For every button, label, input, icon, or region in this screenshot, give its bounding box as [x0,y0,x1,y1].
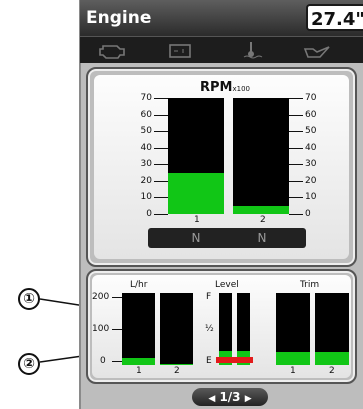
rpm-tick-right-20: 20 [305,175,317,186]
page-navigator[interactable]: ◀ 1/3 ▶ [192,388,268,406]
rpm-tick-right-0: 0 [305,209,311,219]
fuel-fill-engine-2 [160,363,193,365]
fuel-engine-2-label: 2 [174,366,180,376]
rpm-tick-right-60: 60 [305,109,317,120]
rpm-engine-1-label: 1 [194,215,200,225]
fuel-bar-engine-1 [122,293,155,365]
fuel-tick-100: 100 [92,324,110,334]
level-tick-full: F [206,292,212,302]
rpm-tick-left-50: 50 [140,126,152,137]
rpm-bar-engine-1 [168,98,224,214]
rpm-tick-left-20: 20 [140,175,152,186]
rpm-fill-engine-2 [233,205,289,214]
prev-page-icon[interactable]: ◀ [208,394,215,404]
trim-engine-2-label: 2 [329,366,335,376]
trim-fill-engine-1 [276,352,310,365]
fuel-tick-0: 0 [100,356,106,366]
oil-icon[interactable] [302,41,332,59]
page-indicator: 1/3 [219,390,241,404]
rpm-engine-2-label: 2 [260,215,266,225]
level-tick-half: ½ [205,324,214,334]
level-warning-zone [216,357,253,363]
gear-engine-1: N [191,231,201,245]
rpm-tick-right-50: 50 [305,126,317,137]
level-bar-tank-1 [219,293,232,365]
rpm-fill-engine-1 [168,172,224,214]
fuel-bar-engine-2 [160,293,193,365]
level-tick-empty: E [206,356,212,366]
trim-fill-engine-2 [315,352,349,365]
rpm-bar-engine-2 [233,98,289,214]
trim-engine-1-label: 1 [290,366,296,376]
rpm-tick-left-40: 40 [140,142,152,153]
gear-indicator-bar: N N [148,228,306,248]
rpm-title: RPMx100 [200,80,250,95]
rpm-tick-left-10: 10 [140,192,152,203]
rpm-tick-right-40: 40 [305,142,317,153]
fuel-tick-200: 200 [92,292,110,302]
battery-icon[interactable] [166,41,196,59]
rpm-panel: RPMx100 70 70 60 60 50 50 40 40 30 30 20 20 10 10 0 0 1… [86,67,357,267]
rpm-tick-right-30: 30 [305,159,317,170]
rpm-tick-right-70: 70 [305,93,317,103]
trim-bar-engine-2 [315,293,349,365]
fuel-title: L/hr [130,280,148,290]
callout-1: ① [18,288,40,310]
header-value-display: 27.4" [306,4,363,31]
level-title: Level [215,280,239,290]
gear-engine-2: N [257,231,267,245]
fuel-level-trim-panel: L/hr 200 100 0 1 2 Level F ½ E Trim 1 2 [86,269,357,384]
rpm-tick-left-70: 70 [140,93,152,103]
rpm-tick-right-10: 10 [305,192,317,203]
engine-icon[interactable] [98,41,128,59]
page-title: Engine [86,8,152,28]
rpm-tick-left-60: 60 [140,109,152,120]
temperature-icon[interactable] [236,41,266,59]
rpm-tick-left-30: 30 [140,159,152,170]
next-page-icon[interactable]: ▶ [245,394,252,404]
trim-title: Trim [300,280,320,290]
level-bar-tank-2 [237,293,250,365]
gauge-tab-bar [80,36,363,63]
callout-2: ② [18,353,40,375]
trim-bar-engine-1 [276,293,310,365]
fuel-fill-engine-1 [122,357,155,365]
rpm-tick-left-0: 0 [146,209,152,219]
fuel-engine-1-label: 1 [136,366,142,376]
